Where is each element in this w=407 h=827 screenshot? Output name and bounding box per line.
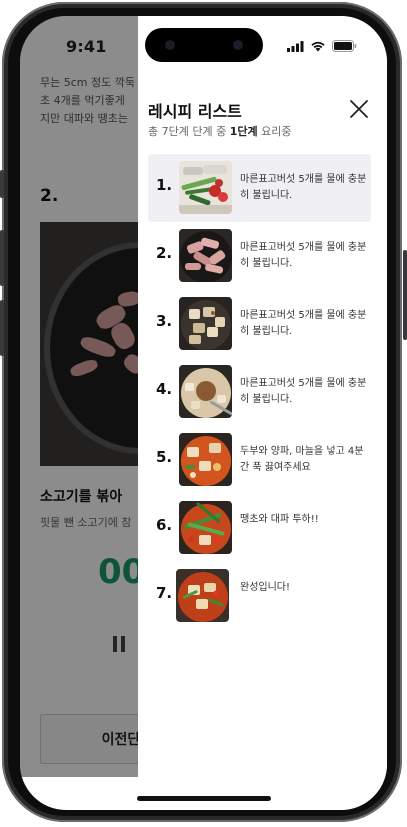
step-number: 2. xyxy=(156,244,173,262)
status-time: 9:41 xyxy=(66,37,107,56)
status-icons xyxy=(287,40,357,52)
battery-icon xyxy=(332,40,357,52)
camera-icon xyxy=(233,40,243,50)
recipe-step-item[interactable]: 5. 두부와 양파, 마늘을 넣고 4분간 푹 끓여주세요 xyxy=(148,426,371,494)
tofu-pan-photo xyxy=(179,297,232,350)
recipe-step-item[interactable]: 1. 마른표고버섯 5개를 물에 충분히 불립니다. xyxy=(148,154,371,222)
wifi-icon xyxy=(311,41,325,52)
progress-prefix: 총 7단계 단계 중 xyxy=(148,125,230,138)
status-bar: 9:41 xyxy=(20,16,387,74)
recipe-step-item[interactable]: 7. 완성입니다! xyxy=(148,562,371,630)
drawer-title: 레시피 리스트 xyxy=(148,102,242,121)
step-number: 4. xyxy=(156,380,173,398)
recipe-list-drawer: 레시피 리스트 총 7단계 단계 중 1단계 요리중 1. 마른표고버섯 5개를 xyxy=(138,16,387,810)
dynamic-island xyxy=(145,28,263,62)
recipe-step-item[interactable]: 3. 마른표고버섯 5개를 물에 충분히 불립니다. xyxy=(148,290,371,358)
volume-up-button xyxy=(0,230,4,286)
recipe-step-item[interactable]: 6. 땡초와 대파 투하!! xyxy=(148,494,371,562)
step-description: 마른표고버섯 5개를 물에 충분히 불립니다. xyxy=(240,378,367,405)
progress-summary: 총 7단계 단계 중 1단계 요리중 xyxy=(148,123,291,139)
scallion-stew-photo xyxy=(179,501,232,554)
dim-overlay[interactable] xyxy=(20,16,138,777)
stew-photo xyxy=(179,433,232,486)
sensor-icon xyxy=(165,40,175,50)
finished-stew-photo xyxy=(176,569,229,622)
vegetables-photo xyxy=(179,161,232,214)
step-description: 마른표고버섯 5개를 물에 충분히 불립니다. xyxy=(240,174,367,201)
step-number: 1. xyxy=(156,176,173,194)
close-icon[interactable] xyxy=(348,98,370,120)
power-button xyxy=(403,250,407,340)
step-number: 6. xyxy=(156,516,173,534)
step-number: 3. xyxy=(156,312,173,330)
broth-photo xyxy=(179,365,232,418)
progress-suffix: 요리중 xyxy=(257,125,292,138)
current-step-count: 1단계 xyxy=(229,125,258,138)
volume-down-button xyxy=(0,300,4,356)
step-description: 마른표고버섯 5개를 물에 충분히 불립니다. xyxy=(240,310,367,337)
cellular-signal-icon xyxy=(287,40,304,52)
home-indicator xyxy=(137,796,271,801)
step-description: 완성입니다! xyxy=(240,582,291,593)
raw-meat-photo xyxy=(179,229,232,282)
step-description: 땡초와 대파 투하!! xyxy=(240,514,319,525)
action-button xyxy=(0,170,4,198)
step-number: 7. xyxy=(156,584,173,602)
step-description: 마른표고버섯 5개를 물에 충분히 불립니다. xyxy=(240,242,367,269)
screen: 9:41 무는 5cm 정도 깍둑 초 4개를 먹기좋게 지만 대파와 땡초는 … xyxy=(20,16,387,810)
recipe-step-item[interactable]: 4. 마른표고버섯 5개를 물에 충분히 불립니다. xyxy=(148,358,371,426)
step-number: 5. xyxy=(156,448,173,466)
recipe-step-item[interactable]: 2. 마른표고버섯 5개를 물에 충분히 불립니다. xyxy=(148,222,371,290)
step-description: 두부와 양파, 마늘을 넣고 4분간 푹 끓여주세요 xyxy=(240,446,364,473)
